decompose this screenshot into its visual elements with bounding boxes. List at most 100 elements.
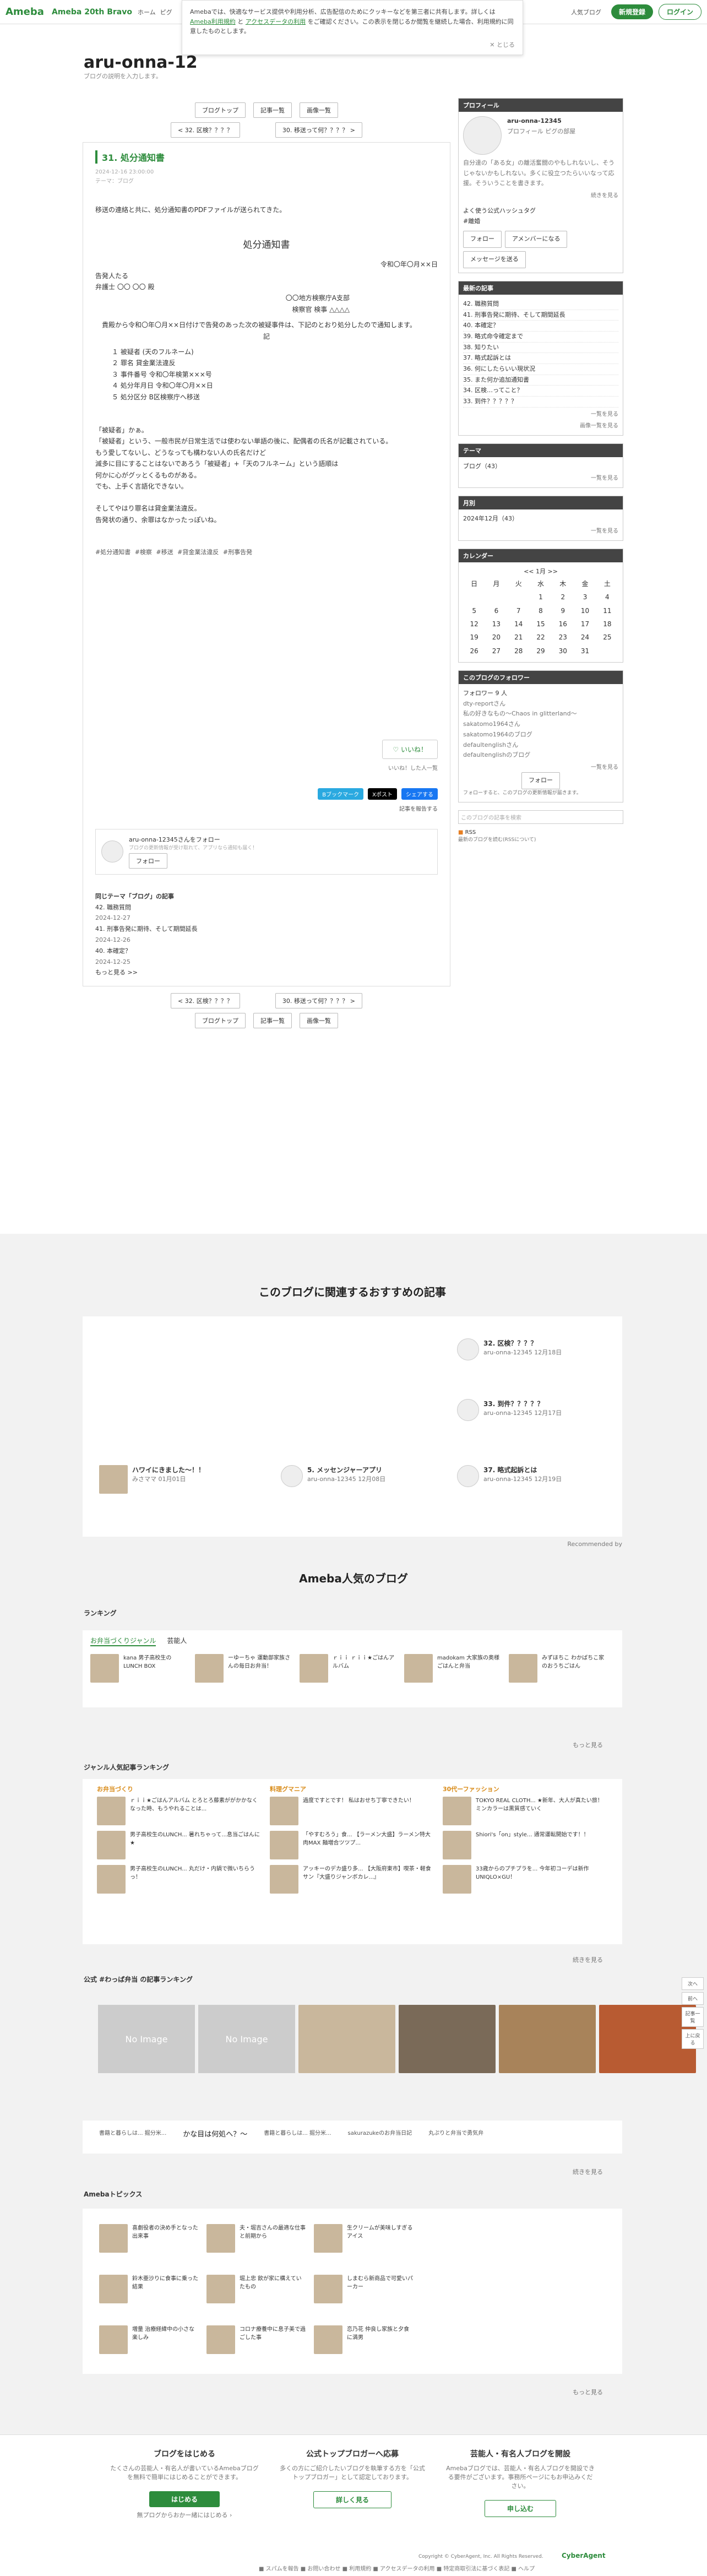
rank-item[interactable]: みずほちこ わかばちこ家のおうちごはん [509,1654,608,1683]
apply-button[interactable]: 申し込む [484,2500,556,2517]
topic-item[interactable]: 夫・堀吉さんの最適な仕事と前期から [206,2224,306,2253]
recommend-item[interactable]: 5. メッセンジャーアプリ aru-onna-12345 12月08日 [281,1465,385,1487]
article-list-button[interactable]: 記事一覧 [253,1013,292,1029]
profile-more[interactable]: 続きを見る [463,191,618,200]
bento-image[interactable]: No Image [98,2005,195,2073]
amember-button[interactable]: アメンバーになる [505,231,568,248]
bento-tail-item[interactable]: 書籍と暮らしは... 掘分米... [264,2128,331,2146]
bento-image[interactable]: No Image [198,2005,295,2073]
calendar-month[interactable]: << 1月 >> [463,567,618,577]
like-button[interactable]: ♡ いいね！ [382,739,438,759]
bento-image[interactable] [499,2005,596,2073]
follower-item[interactable]: defaultenglishのブログ [463,750,618,761]
access-data-link[interactable]: アクセスデータの利用 [246,18,306,25]
recent-item[interactable]: 35. また何か追加通知書 [463,375,618,386]
recent-item[interactable]: 37. 略式起訴とは [463,353,618,364]
recent-item[interactable]: 40. 本確定？ [463,321,618,332]
genre-item[interactable]: TOKYO REAL CLOTH... ★新年、大人が真たい旅！ ミンカラーは黒… [443,1797,608,1825]
topic-item[interactable]: 喜劇役者の決め手となった出来事 [99,2224,198,2253]
recent-item[interactable]: 41. 刑事告発に期待、そして期間延長 [463,310,618,321]
footer-links[interactable]: ■ スパムを報告 ■ お問い合わせ ■ 利用規約 ■ アクセスデータの利用 ■ … [259,2564,535,2572]
recommend-title-text[interactable]: 32. 区検？？？？ [483,1338,562,1348]
related-more[interactable]: もっと見る >> [95,967,438,978]
rank-item[interactable]: ーゆーちゃ 運動部家族さんの毎日お弁当！ [195,1654,294,1683]
recommend-title-text[interactable]: 37. 略式起訴とは [483,1465,562,1474]
top-blogger-link[interactable]: 人気ブログ [571,8,601,17]
theme-more[interactable]: 一覧を見る [463,474,618,483]
genre-more[interactable]: 続きを見る [573,1955,603,1964]
image-list-button[interactable]: 画像一覧 [300,1013,338,1029]
blog-title[interactable]: aru-onna-12 [84,53,198,72]
followers-follow-button[interactable]: フォロー [521,772,560,789]
recent-item[interactable]: 38. 知りたい [463,343,618,354]
genre-item[interactable]: ｒｉｉ★ごはんアルバム とろとろ藤素ががかかなくなった時、もうやれることは... [97,1797,262,1825]
theme-item[interactable]: ブログ（43） [463,462,618,472]
related-item[interactable]: 40. 本確定？ [95,946,438,957]
terms-link[interactable]: Ameba利用規約 [190,18,236,25]
next-article-button[interactable]: 30. 移送って何？？？？ > [275,122,362,138]
bento-tail-item[interactable]: sakurazukeのお弁当日記 [348,2128,412,2146]
rss-note[interactable]: 最新のブログを読む(RSSについて) [458,836,623,843]
like-users-link[interactable]: いいね！した人一覧 [95,763,438,772]
bento-tail-item[interactable]: かな目は何処へ？〜 [183,2128,247,2146]
list-nav-button[interactable]: 記事一覧 [682,2007,704,2027]
bento-tail-item[interactable]: 書籍と暮らしは... 掘分米... [99,2128,166,2146]
topic-item[interactable]: コロナ療養中に息子美で過ごした事 [206,2325,306,2354]
follower-item[interactable]: 私の好きなもの〜Chaos in glitterland〜 [463,709,618,719]
article-title[interactable]: 31. 処分通知書 [95,150,438,164]
genre-item[interactable]: Shiori's「on」style... 通常運転開始です！！ [443,1831,608,1859]
nav-pigg[interactable]: ピグ [160,8,172,17]
related-item[interactable]: 41. 刑事告発に期待、そして期間延長 [95,924,438,935]
ranking-more[interactable]: もっと見る [573,1740,603,1749]
facebook-share-button[interactable]: シェアする [401,788,438,800]
next-nav-button[interactable]: 次へ [682,1977,704,1990]
genre-item[interactable]: 過度ですとです！ 私はおせち丁寧できたい！ [270,1797,435,1825]
genre-item[interactable]: 男子高校生のLUNCH... 暑れちゃって...息当ごはんに★ [97,1831,262,1859]
profile-tag[interactable]: #離婚 [463,216,618,227]
recent-item[interactable]: 39. 略式命令確定まで [463,332,618,343]
recent-item[interactable]: 36. 何にしたらいい現状況 [463,364,618,375]
login-button[interactable]: ログイン [658,4,701,20]
recent-item[interactable]: 33. 到件？？？？？ [463,397,618,408]
article-list-button[interactable]: 記事一覧 [253,102,292,118]
bookmark-share-button[interactable]: Bブックマーク [318,788,364,800]
followers-more[interactable]: 一覧を見る [463,763,618,772]
profile-follow-button[interactable]: フォロー [463,231,502,248]
profile-name[interactable]: aru-onna-12345 [507,116,575,127]
bento-image[interactable] [399,2005,496,2073]
rank-item[interactable]: ｒｉｉ ｒｉｉ★ごはんアルバム [300,1654,399,1683]
recommend-item[interactable]: 32. 区検？？？？ aru-onna-12345 12月18日 [457,1338,562,1360]
follower-item[interactable]: sakatomo1964のブログ [463,730,618,740]
profile-links[interactable]: プロフィール ピグの部屋 [507,127,575,137]
bento-more[interactable]: 続きを見る [573,2167,603,2176]
blog-top-button[interactable]: ブログトップ [195,1013,246,1029]
follow-button[interactable]: フォロー [129,853,167,869]
follower-item[interactable]: sakatomo1964さん [463,719,618,730]
recommend-title-text[interactable]: 33. 到件？？？？？ [483,1399,562,1408]
related-item[interactable]: 42. 職務質問 [95,902,438,913]
bento-tail-item[interactable]: 丸ぷりと弁当で勇気弁 [428,2128,483,2146]
message-button[interactable]: メッセージを送る [463,251,526,268]
profile-avatar[interactable] [463,116,502,155]
x-post-button[interactable]: Xポスト [368,788,397,800]
hashtags[interactable]: #処分通知書 #検察 #移送 #貸金業法違反 #刑事告発 [95,547,438,558]
cookie-close-button[interactable]: ✕ とじる [490,40,515,50]
rank-item[interactable]: madokam 大家族の奥様ごはんと弁当 [404,1654,503,1683]
top-blogger-details-button[interactable]: 詳しく見る [313,2491,391,2508]
topic-item[interactable]: 恋乃花 仲良し家族と夕食に満男 [314,2325,413,2354]
footer-start-link[interactable]: 無プログからおかー緒にはじめる › [77,2510,292,2519]
follower-item[interactable]: dty-reportさん [463,699,618,709]
recent-item[interactable]: 42. 職務質問 [463,299,618,310]
topic-item[interactable]: 増量 治療経緯中の小さな楽しみ [99,2325,198,2354]
blog-search-input[interactable]: このブログの記事を検索 [458,810,623,824]
genre-item[interactable]: アッキーのデカ盛り多... 【大阪府東市】喫茶・軽食 サン『大盛りジャンボカレ.… [270,1865,435,1894]
image-list-button[interactable]: 画像一覧 [300,102,338,118]
start-blog-button[interactable]: はじめる [149,2491,220,2507]
top-nav-button[interactable]: 上に戻る [682,2029,704,2049]
ameba-logo[interactable]: Ameba [6,6,44,18]
genre-item[interactable]: 「やすむろう」食... 【ラーメン大盛】ラーメン特大肉MAX 麺増合ツツプ... [270,1831,435,1859]
topic-item[interactable]: 堀上忠 飲が家に構えていたもの [206,2275,306,2303]
blog-top-button[interactable]: ブログトップ [195,102,246,118]
bento-image[interactable] [298,2005,395,2073]
follower-item[interactable]: defaultenglishさん [463,740,618,751]
